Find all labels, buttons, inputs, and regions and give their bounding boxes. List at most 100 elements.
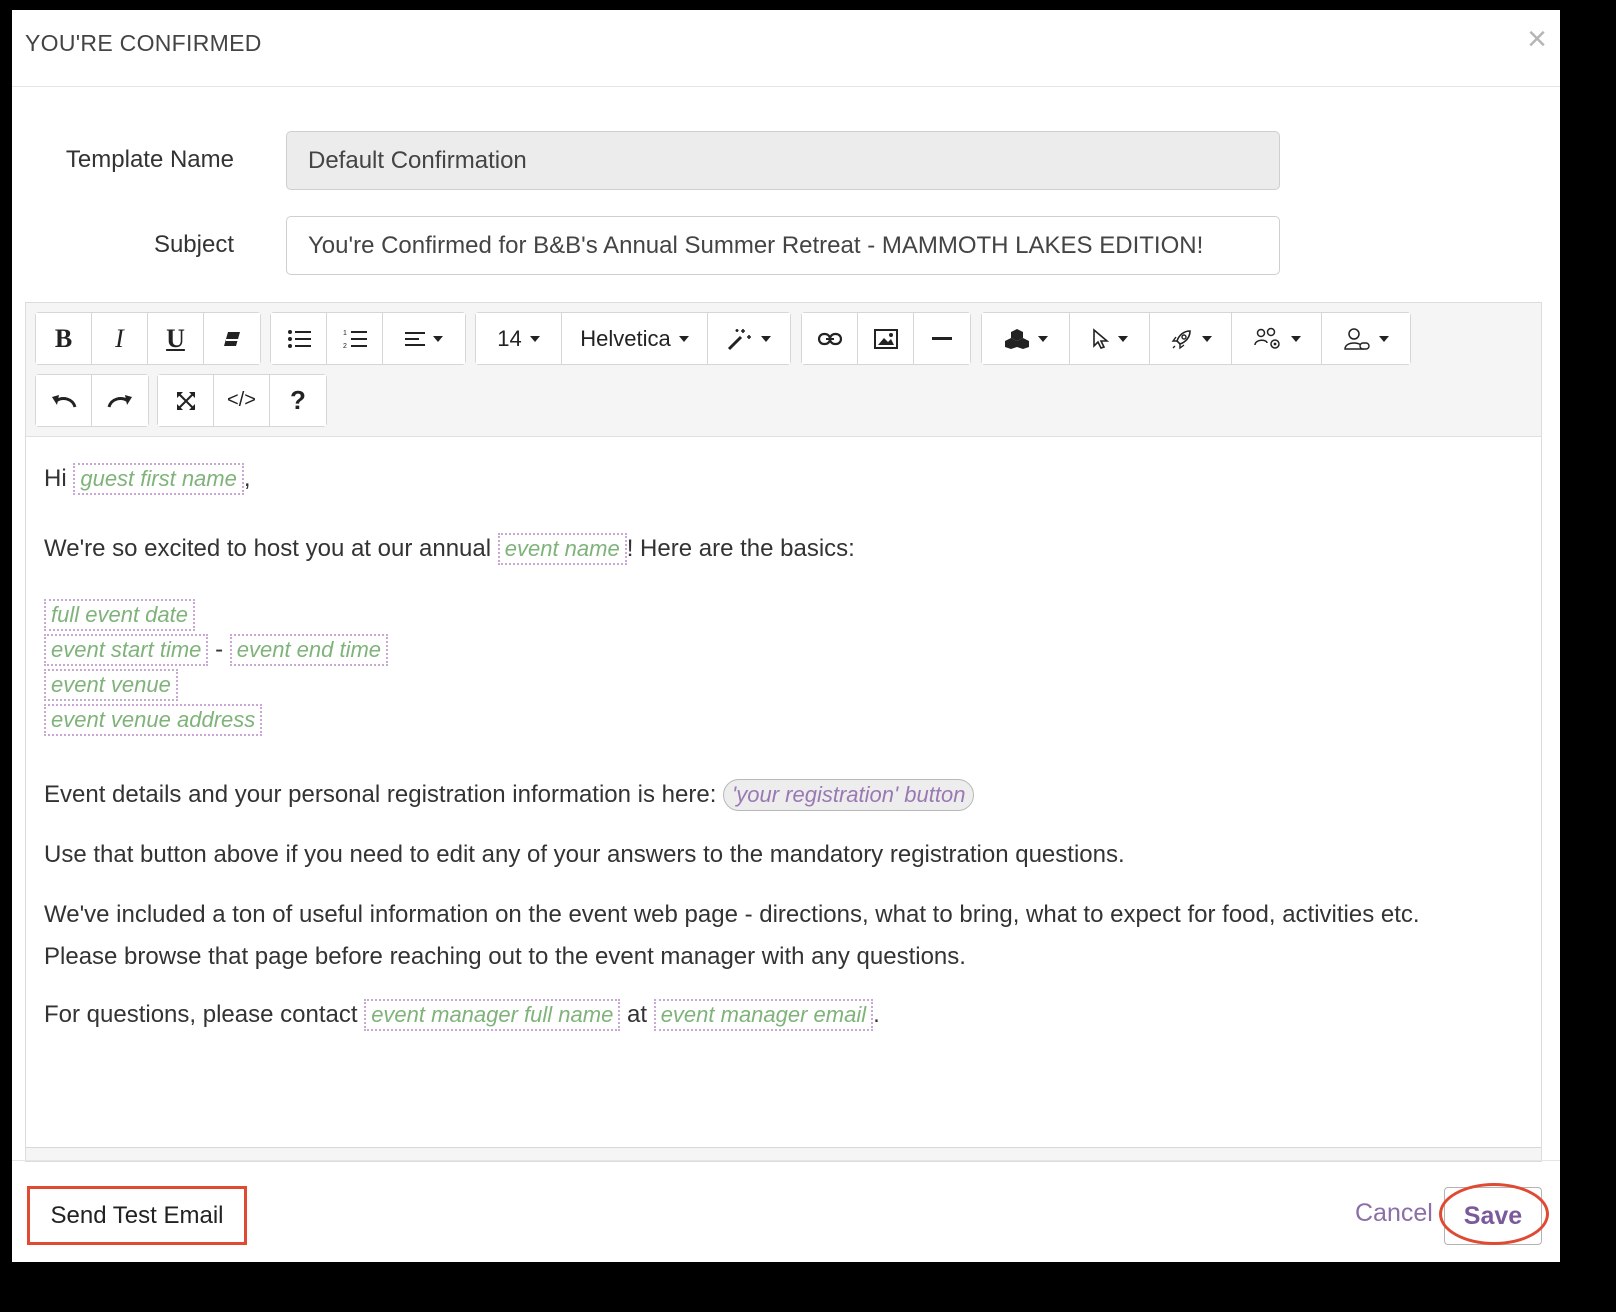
cursor-icon (1092, 327, 1109, 349)
intro-text: We're so excited to host you at our annu… (44, 535, 492, 562)
merge-tag-event-start-time[interactable]: event start time (44, 634, 209, 666)
link-icon (817, 332, 842, 345)
rocket-icon (1171, 329, 1191, 349)
editor-resize-bar[interactable] (26, 1147, 1541, 1161)
email-template-modal: YOU'RE CONFIRMED × Template Name Default… (12, 10, 1560, 1262)
event-time-line: event start time - event end time (44, 634, 389, 666)
numbered-list-icon: 12 (343, 330, 367, 350)
insert-group (801, 312, 971, 365)
info-line-2: Please browse that page before reaching … (44, 943, 966, 970)
subject-field[interactable]: You're Confirmed for B&B's Annual Summer… (286, 216, 1280, 275)
insert-image-button[interactable] (858, 313, 914, 364)
merge-tag-event-manager-email[interactable]: event manager email (653, 999, 874, 1031)
cancel-button[interactable]: Cancel (1355, 1199, 1433, 1228)
history-group (35, 374, 149, 427)
font-family-dropdown[interactable]: Helvetica (562, 313, 708, 364)
contact-text: For questions, please contact (44, 1001, 358, 1028)
greeting-comma: , (243, 465, 251, 492)
modal-header: YOU'RE CONFIRMED × (12, 10, 1560, 87)
merge-field-group (981, 312, 1411, 365)
ordered-list-button[interactable]: 12 (327, 313, 383, 364)
bullet-list-icon (287, 329, 311, 348)
chevron-down-icon (1037, 335, 1048, 342)
font-size-dropdown[interactable]: 14 (476, 313, 562, 364)
intro-line: We're so excited to host you at our annu… (44, 533, 855, 565)
horizontal-rule-button[interactable] (914, 313, 970, 364)
merge-tag-full-event-date[interactable]: full event date (44, 599, 195, 631)
merge-tag-event-venue[interactable]: event venue (44, 669, 178, 701)
redo-button[interactable] (92, 375, 148, 426)
help-icon: ? (290, 385, 306, 415)
italic-icon: I (115, 323, 124, 353)
bold-button[interactable]: B (36, 313, 92, 364)
contact-period: . (873, 1001, 880, 1028)
merge-tag-event-name[interactable]: event name (497, 533, 627, 565)
merge-tag-guest-first-name[interactable]: guest first name (73, 463, 244, 495)
chevron-down-icon (1117, 335, 1128, 342)
close-icon[interactable]: × (1524, 22, 1550, 56)
merge-tag-event-manager-full-name[interactable]: event manager full name (364, 999, 621, 1031)
font-group: 14 Helvetica (475, 312, 791, 365)
chevron-down-icon (433, 335, 443, 342)
style-dropdown[interactable] (708, 313, 790, 364)
bold-icon: B (54, 323, 73, 353)
format-group: B I U (35, 312, 261, 365)
image-icon (873, 328, 898, 349)
rich-text-editor: B I U 12 14 Helvetica </> ? Hi guest fir… (25, 302, 1542, 1162)
event-venue-line: event venue (44, 669, 178, 701)
undo-icon (51, 394, 76, 408)
unordered-list-button[interactable] (271, 313, 327, 364)
use-button-line: Use that button above if you need to edi… (44, 841, 1125, 868)
redo-icon (107, 394, 132, 408)
details-text: Event details and your personal registra… (44, 781, 717, 808)
chevron-down-icon (1201, 335, 1212, 342)
modal-title: YOU'RE CONFIRMED (25, 30, 262, 56)
insert-link-button[interactable] (802, 313, 858, 364)
template-name-field[interactable]: Default Confirmation (286, 131, 1280, 190)
align-dropdown[interactable] (383, 313, 465, 364)
users-settings-dropdown[interactable] (1232, 313, 1322, 364)
view-group: </> ? (157, 374, 327, 427)
fullscreen-button[interactable] (158, 375, 214, 426)
event-venue-address-line: event venue address (44, 704, 263, 736)
rocket-dropdown[interactable] (1150, 313, 1232, 364)
user-dropdown[interactable] (1322, 313, 1410, 364)
send-test-email-button[interactable]: Send Test Email (27, 1186, 247, 1245)
list-group: 12 (270, 312, 466, 365)
code-icon: </> (227, 389, 256, 411)
contact-line: For questions, please contact event mana… (44, 999, 880, 1031)
user-icon (1344, 327, 1370, 350)
chevron-down-icon (529, 335, 540, 342)
merge-button-your-registration[interactable]: 'your registration' button (723, 779, 975, 811)
merge-tag-event-end-time[interactable]: event end time (229, 634, 389, 666)
help-button[interactable]: ? (270, 375, 326, 426)
italic-button[interactable]: I (92, 313, 148, 364)
subject-value: You're Confirmed for B&B's Annual Summer… (308, 231, 1204, 259)
subject-label: Subject (153, 231, 234, 258)
horizontal-rule-icon (932, 336, 952, 340)
time-dash: - (215, 636, 224, 663)
code-view-button[interactable]: </> (214, 375, 270, 426)
chevron-down-icon (678, 335, 689, 342)
details-line: Event details and your personal registra… (44, 779, 975, 811)
underline-button[interactable]: U (148, 313, 204, 364)
svg-text:1: 1 (343, 330, 347, 337)
template-name-value: Default Confirmation (308, 146, 527, 174)
clear-format-button[interactable] (204, 313, 260, 364)
editor-toolbar: B I U 12 14 Helvetica </> ? (26, 303, 1541, 437)
cubes-dropdown[interactable] (982, 313, 1070, 364)
info-line-1: We've included a ton of useful informati… (44, 901, 1420, 928)
merge-tag-event-venue-address[interactable]: event venue address (44, 704, 263, 736)
cubes-icon (1004, 328, 1029, 349)
chevron-down-icon (1290, 335, 1301, 342)
font-family-value: Helvetica (580, 325, 671, 351)
undo-button[interactable] (36, 375, 92, 426)
greeting-line: Hi guest first name, (44, 463, 251, 495)
align-left-icon (405, 331, 425, 346)
save-button[interactable]: Save (1444, 1187, 1542, 1245)
expand-icon (176, 391, 195, 410)
svg-text:2: 2 (343, 343, 347, 350)
magic-wand-icon (727, 328, 751, 350)
pointer-dropdown[interactable] (1070, 313, 1150, 364)
chevron-down-icon (1379, 335, 1389, 342)
